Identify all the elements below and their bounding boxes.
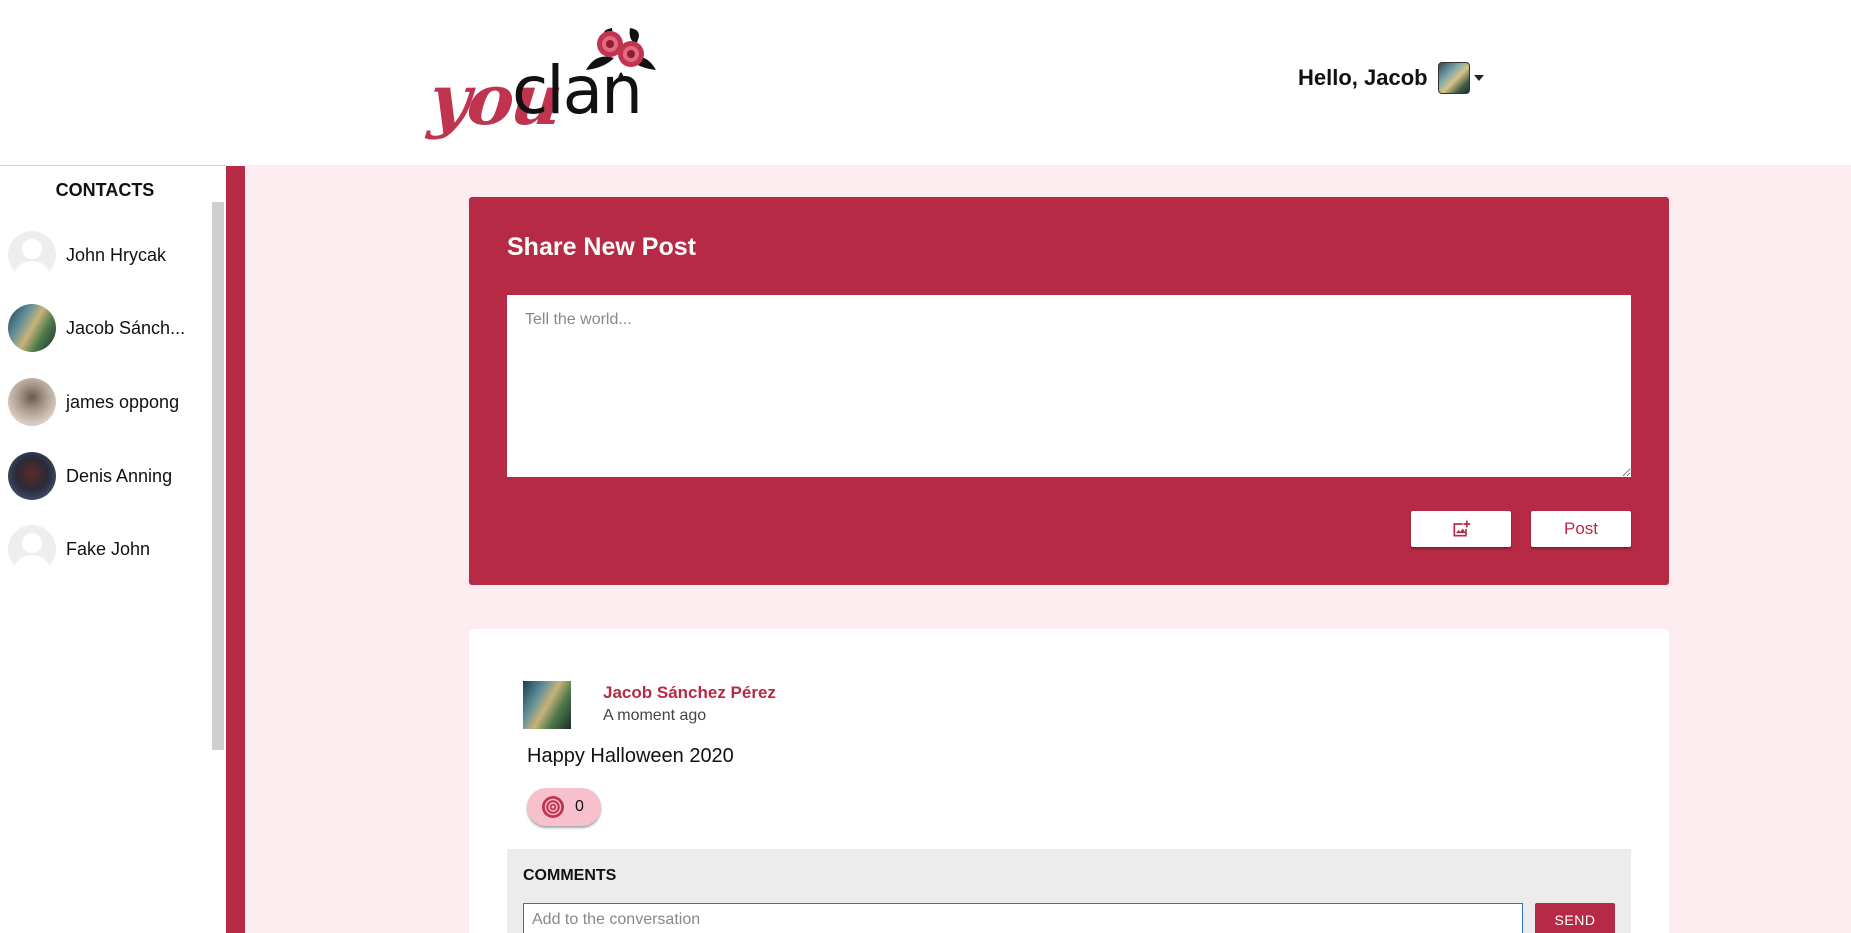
rose-flowers-icon (586, 28, 656, 82)
like-button[interactable]: 0 (527, 788, 601, 826)
share-post-card: Share New Post Post (469, 197, 1669, 585)
contact-avatar (8, 378, 56, 426)
feed-area: Share New Post Post Jacob Sánchez Pérez … (245, 165, 1851, 933)
send-comment-button[interactable]: SEND (1535, 903, 1615, 933)
sidebar-divider (226, 166, 245, 933)
share-post-title: Share New Post (507, 233, 696, 261)
app-header: you clan Hello, Jacob (0, 0, 1851, 165)
post-author[interactable]: Jacob Sánchez Pérez (603, 683, 776, 703)
post-content: Happy Halloween 2020 (527, 745, 734, 767)
greeting-text: Hello, Jacob (1298, 65, 1428, 90)
author-avatar[interactable] (523, 681, 571, 729)
contact-item-james-oppong[interactable]: james oppong (8, 377, 208, 427)
add-photo-icon (1453, 520, 1471, 537)
contacts-sidebar: CONTACTS John Hrycak Jacob Sánch... jame… (0, 165, 245, 933)
contact-avatar (8, 304, 56, 352)
contact-item-john-hrycak[interactable]: John Hrycak (8, 230, 208, 280)
add-image-button[interactable] (1411, 511, 1511, 547)
post-card: Jacob Sánchez Pérez A moment ago Happy H… (469, 629, 1669, 933)
contact-name: Denis Anning (66, 465, 173, 486)
youclan-logo[interactable]: you clan (426, 22, 666, 141)
comment-input[interactable] (523, 903, 1523, 933)
user-menu[interactable]: Hello, Jacob (1298, 60, 1484, 96)
contact-name: james oppong (66, 391, 180, 412)
contact-avatar (8, 452, 56, 500)
contact-item-fake-john[interactable]: Fake John (8, 524, 208, 574)
like-count: 0 (575, 798, 584, 815)
contact-name: Jacob Sánch... (66, 317, 186, 338)
post-button[interactable]: Post (1531, 511, 1631, 547)
post-textarea[interactable] (507, 295, 1631, 477)
sidebar-scrollbar[interactable] (212, 202, 224, 750)
contacts-title: CONTACTS (55, 180, 155, 200)
contact-avatar (8, 525, 56, 573)
contact-item-denis-anning[interactable]: Denis Anning (8, 451, 208, 501)
contact-name: Fake John (66, 538, 151, 559)
contact-avatar (8, 231, 56, 279)
rose-icon (542, 796, 564, 818)
contact-item-jacob-sanchez[interactable]: Jacob Sánch... (8, 303, 208, 353)
post-timestamp: A moment ago (603, 707, 707, 724)
caret-down-icon (1473, 75, 1484, 81)
contact-name: John Hrycak (66, 244, 167, 265)
comments-title: COMMENTS (523, 867, 617, 884)
user-avatar (1437, 62, 1470, 94)
comments-section: COMMENTS SEND (507, 849, 1631, 933)
